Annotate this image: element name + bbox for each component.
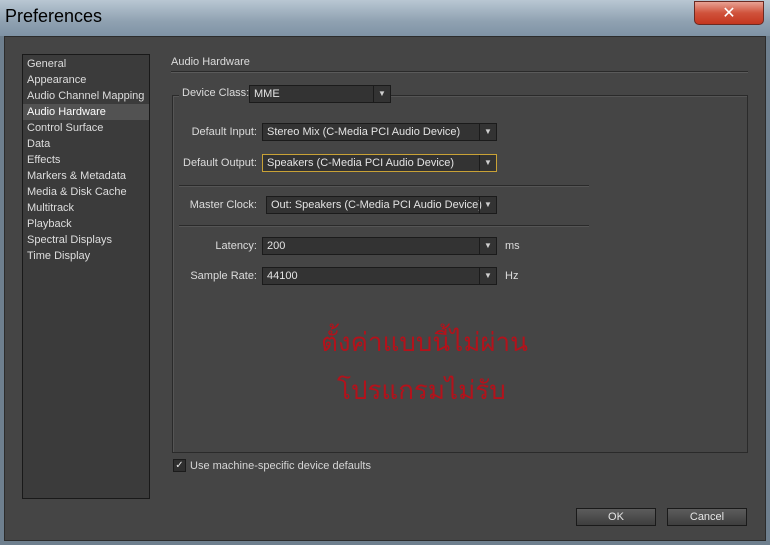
ok-button[interactable]: OK (576, 508, 656, 526)
window-title: Preferences (5, 6, 103, 26)
sample-rate-unit: Hz (505, 270, 519, 282)
preferences-window: Preferences ✕ General Appearance Audio C… (0, 0, 770, 545)
dialog-body: General Appearance Audio Channel Mapping… (4, 36, 766, 541)
sidebar-item-media-disk-cache[interactable]: Media & Disk Cache (23, 184, 149, 200)
sample-rate-value: 44100 (267, 270, 298, 282)
chevron-down-icon: ▼ (479, 155, 496, 171)
default-input-dropdown[interactable]: Stereo Mix (C-Media PCI Audio Device) ▼ (262, 123, 497, 141)
chevron-down-icon: ▼ (479, 197, 496, 213)
close-icon: ✕ (722, 5, 736, 22)
master-clock-value: Out: Speakers (C-Media PCI Audio Device) (271, 199, 482, 211)
section-divider (171, 71, 748, 73)
device-class-dropdown[interactable]: MME ▼ (249, 85, 391, 103)
device-class-value: MME (254, 88, 280, 100)
sample-rate-dropdown[interactable]: 44100 ▼ (262, 267, 497, 285)
close-button[interactable]: ✕ (694, 1, 764, 25)
sidebar-item-control-surface[interactable]: Control Surface (23, 120, 149, 136)
master-clock-dropdown[interactable]: Out: Speakers (C-Media PCI Audio Device)… (266, 196, 497, 214)
default-output-value: Speakers (C-Media PCI Audio Device) (267, 157, 455, 169)
use-defaults-row[interactable]: ✓ Use machine-specific device defaults (173, 459, 371, 472)
latency-label: Latency: (215, 240, 257, 252)
use-defaults-label: Use machine-specific device defaults (190, 459, 371, 472)
sidebar-item-audio-hardware[interactable]: Audio Hardware (23, 104, 149, 120)
device-class-label: Device Class: (179, 87, 253, 99)
default-input-label: Default Input: (191, 126, 257, 138)
chevron-down-icon: ▼ (479, 238, 496, 254)
latency-value: 200 (267, 240, 286, 252)
chevron-down-icon: ▼ (479, 268, 496, 284)
default-input-value: Stereo Mix (C-Media PCI Audio Device) (267, 126, 461, 138)
cancel-button[interactable]: Cancel (667, 508, 747, 526)
latency-dropdown[interactable]: 200 ▼ (262, 237, 497, 255)
sidebar-item-effects[interactable]: Effects (23, 152, 149, 168)
sidebar-item-markers-metadata[interactable]: Markers & Metadata (23, 168, 149, 184)
default-output-label: Default Output: (183, 157, 257, 169)
section-title: Audio Hardware (171, 56, 250, 68)
chevron-down-icon: ▼ (373, 86, 390, 102)
sample-rate-label: Sample Rate: (190, 270, 257, 282)
sidebar-item-spectral-displays[interactable]: Spectral Displays (23, 232, 149, 248)
divider (179, 185, 589, 187)
default-output-dropdown[interactable]: Speakers (C-Media PCI Audio Device) ▼ (262, 154, 497, 172)
annotation-text-line2: โปรแกรมไม่รับ (337, 376, 506, 406)
sidebar-item-general[interactable]: General (23, 56, 149, 72)
sidebar-item-playback[interactable]: Playback (23, 216, 149, 232)
category-list: General Appearance Audio Channel Mapping… (22, 54, 150, 499)
title-bar: Preferences ✕ (0, 0, 770, 36)
sidebar-item-time-display[interactable]: Time Display (23, 248, 149, 264)
divider (179, 225, 589, 227)
checkmark-icon: ✓ (175, 459, 184, 471)
sidebar-item-data[interactable]: Data (23, 136, 149, 152)
latency-unit: ms (505, 240, 520, 252)
master-clock-label: Master Clock: (189, 199, 257, 211)
annotation-text-line1: ตั้งค่าแบบนี้ไม่ผ่าน (321, 328, 528, 358)
sidebar-item-appearance[interactable]: Appearance (23, 72, 149, 88)
sidebar-item-audio-channel-mapping[interactable]: Audio Channel Mapping (23, 88, 149, 104)
chevron-down-icon: ▼ (479, 124, 496, 140)
use-defaults-checkbox[interactable]: ✓ (173, 459, 186, 472)
sidebar-item-multitrack[interactable]: Multitrack (23, 200, 149, 216)
